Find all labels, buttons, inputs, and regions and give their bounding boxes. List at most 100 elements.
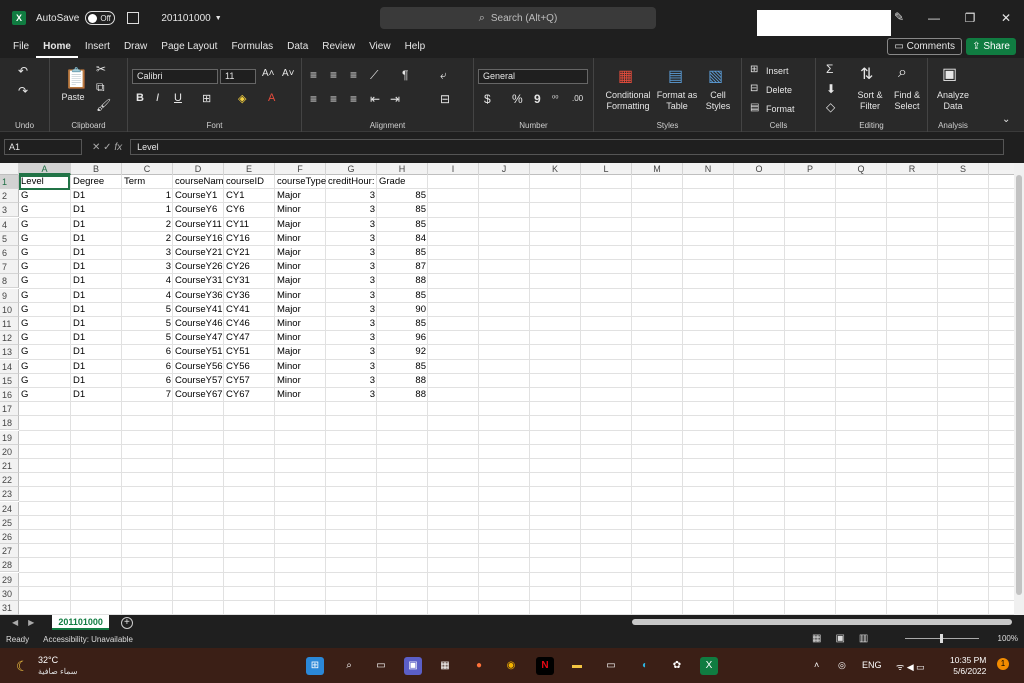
- row-header-3[interactable]: 3: [0, 203, 19, 218]
- horizontal-scrollbar[interactable]: [632, 619, 1012, 625]
- course-name-cell[interactable]: CourseY26: [173, 260, 224, 274]
- header-cell[interactable]: courseID: [224, 175, 275, 189]
- terminal-icon[interactable]: ▭: [602, 657, 620, 675]
- row-header-29[interactable]: 29: [0, 572, 19, 587]
- header-cell[interactable]: Term: [122, 175, 173, 189]
- course-type-cell[interactable]: Minor: [275, 289, 326, 303]
- column-header-p[interactable]: P: [785, 163, 836, 175]
- column-header-g[interactable]: G: [326, 163, 377, 175]
- row-header-1[interactable]: 1: [0, 175, 19, 189]
- row-header-18[interactable]: 18: [0, 416, 19, 431]
- term-cell[interactable]: 6: [122, 345, 173, 359]
- credit-hours-cell[interactable]: 3: [326, 303, 377, 317]
- course-type-cell[interactable]: Major: [275, 303, 326, 317]
- row-header-9[interactable]: 9: [0, 288, 19, 303]
- grade-cell[interactable]: 85: [377, 189, 428, 203]
- level-cell[interactable]: G: [19, 345, 71, 359]
- filename-chevron-icon[interactable]: ▼: [215, 15, 222, 22]
- undo-icon[interactable]: ↶: [18, 64, 28, 78]
- moon-icon[interactable]: ☾: [16, 658, 29, 675]
- degree-cell[interactable]: D1: [71, 388, 122, 402]
- course-id-cell[interactable]: CY1: [224, 189, 275, 203]
- row-header-31[interactable]: 31: [0, 601, 19, 615]
- currency-icon[interactable]: $: [484, 92, 491, 106]
- sort-filter-icon[interactable]: ⇅: [860, 64, 873, 84]
- tab-formulas[interactable]: Formulas: [224, 36, 280, 58]
- row-header-8[interactable]: 8: [0, 274, 19, 289]
- insert-cells-icon[interactable]: ⊞: [750, 64, 758, 75]
- tab-page-layout[interactable]: Page Layout: [154, 36, 224, 58]
- header-cell[interactable]: courseNam: [173, 175, 224, 189]
- header-cell[interactable]: courseType: [275, 175, 326, 189]
- term-cell[interactable]: 2: [122, 218, 173, 232]
- clear-icon[interactable]: ◇: [826, 100, 835, 114]
- row-header-11[interactable]: 11: [0, 317, 19, 331]
- vertical-scroll-thumb[interactable]: [1016, 175, 1022, 595]
- comma-style-icon[interactable]: 9: [534, 92, 541, 106]
- font-color-icon[interactable]: A: [268, 92, 275, 104]
- course-name-cell[interactable]: CourseY1: [173, 189, 224, 203]
- netflix-icon[interactable]: N: [536, 657, 554, 675]
- cell-styles-label[interactable]: Cell Styles: [700, 90, 736, 112]
- paste-icon[interactable]: 📋: [64, 66, 89, 91]
- term-cell[interactable]: 4: [122, 289, 173, 303]
- term-cell[interactable]: 6: [122, 360, 173, 374]
- weather-temperature[interactable]: 32°C: [38, 655, 58, 665]
- fill-icon[interactable]: ⬇: [826, 82, 836, 96]
- wrap-text-icon[interactable]: ⤶: [440, 68, 447, 83]
- row-header-7[interactable]: 7: [0, 260, 19, 275]
- zoom-level[interactable]: 100%: [998, 634, 1018, 643]
- header-cell[interactable]: creditHour:: [326, 175, 377, 189]
- wifi-volume-battery-icons[interactable]: ᯤ ◀ ▭: [896, 660, 925, 673]
- autosum-icon[interactable]: Σ: [826, 62, 833, 76]
- align-center-icon[interactable]: ≡: [330, 92, 337, 106]
- course-type-cell[interactable]: Major: [275, 345, 326, 359]
- align-bottom-icon[interactable]: ≡: [350, 68, 357, 82]
- course-type-cell[interactable]: Minor: [275, 203, 326, 217]
- chrome-icon[interactable]: ◉: [502, 657, 520, 675]
- row-header-19[interactable]: 19: [0, 430, 19, 445]
- format-as-table-icon[interactable]: ▤: [668, 66, 683, 86]
- level-cell[interactable]: G: [19, 331, 71, 345]
- row-header-26[interactable]: 26: [0, 530, 19, 544]
- language-indicator[interactable]: ENG: [862, 660, 882, 670]
- tab-insert[interactable]: Insert: [78, 36, 117, 58]
- degree-cell[interactable]: D1: [71, 289, 122, 303]
- grade-cell[interactable]: 88: [377, 388, 428, 402]
- course-type-cell[interactable]: Minor: [275, 360, 326, 374]
- collapse-ribbon-icon[interactable]: ⌄: [1002, 114, 1010, 125]
- credit-hours-cell[interactable]: 3: [326, 260, 377, 274]
- increase-indent-icon[interactable]: ⇥: [390, 92, 400, 106]
- course-id-cell[interactable]: CY26: [224, 260, 275, 274]
- level-cell[interactable]: G: [19, 317, 71, 331]
- delete-cells-label[interactable]: Delete: [766, 85, 792, 96]
- degree-cell[interactable]: D1: [71, 317, 122, 331]
- level-cell[interactable]: G: [19, 289, 71, 303]
- course-type-cell[interactable]: Minor: [275, 232, 326, 246]
- row-header-15[interactable]: 15: [0, 373, 19, 388]
- row-header-22[interactable]: 22: [0, 473, 19, 488]
- conditional-formatting-label[interactable]: Conditional Formatting: [600, 90, 656, 112]
- column-header-b[interactable]: B: [71, 163, 122, 175]
- column-header-o[interactable]: O: [734, 163, 785, 175]
- credit-hours-cell[interactable]: 3: [326, 374, 377, 388]
- row-header-21[interactable]: 21: [0, 459, 19, 473]
- row-header-14[interactable]: 14: [0, 359, 19, 374]
- document-filename[interactable]: 201101000: [161, 13, 210, 24]
- level-cell[interactable]: G: [19, 246, 71, 260]
- store-icon[interactable]: ▦: [436, 657, 454, 675]
- orientation-icon[interactable]: ⟋: [370, 68, 378, 83]
- format-cells-label[interactable]: Format: [766, 104, 795, 115]
- course-id-cell[interactable]: CY36: [224, 289, 275, 303]
- row-header-30[interactable]: 30: [0, 586, 19, 601]
- course-type-cell[interactable]: Major: [275, 274, 326, 288]
- column-header-k[interactable]: K: [530, 163, 581, 175]
- cut-icon[interactable]: ✂: [96, 62, 106, 76]
- copy-icon[interactable]: ⧉: [96, 80, 105, 95]
- row-header-4[interactable]: 4: [0, 217, 19, 232]
- course-id-cell[interactable]: CY21: [224, 246, 275, 260]
- bold-icon[interactable]: B: [136, 92, 144, 104]
- grade-cell[interactable]: 88: [377, 274, 428, 288]
- course-id-cell[interactable]: CY47: [224, 331, 275, 345]
- select-all-corner[interactable]: [0, 163, 19, 175]
